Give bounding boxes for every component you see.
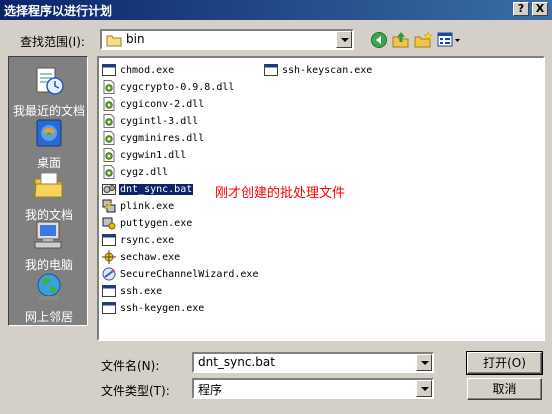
new-folder-icon[interactable] [414,31,432,49]
place-network[interactable]: 网上邻居 [9,269,89,324]
exe-window-icon [102,64,116,76]
sechaw-icon [102,250,116,264]
file-name: cygcrypto-0.9.8.dll [120,81,235,93]
file-item[interactable]: rsync.exe [102,232,175,248]
dll-gear-icon [103,131,115,145]
network-icon [37,273,61,300]
dll-gear-icon [103,114,115,128]
file-item[interactable]: cygintl-3.dll [102,113,199,129]
file-name: cygminires.dll [120,132,205,144]
my-documents-icon [34,172,63,198]
place-recent-docs[interactable]: 我最近的文档 [9,63,89,118]
file-name: rsync.exe [120,234,175,246]
places-bar: 我最近的文档 桌面 我的文档 我的电脑 网上邻居 [8,56,88,326]
filename-dropdown-arrow[interactable] [416,354,432,371]
exe-window-icon [102,302,116,314]
exe-window-icon [102,285,116,297]
lookin-value: bin [126,32,145,46]
place-label: 网上邻居 [24,310,73,324]
putty-icon [102,199,116,213]
file-item[interactable]: ssh-keyscan.exe [264,62,373,78]
file-item[interactable]: cygwin1.dll [102,147,187,163]
up-folder-icon[interactable] [392,31,410,49]
file-name: cygiconv-2.dll [120,98,205,110]
file-item[interactable]: sechaw.exe [102,249,181,265]
wizard-icon [102,267,116,281]
file-item[interactable]: chmod.exe [102,62,175,78]
help-button[interactable]: ? [513,2,529,16]
file-name: chmod.exe [120,64,175,76]
puttygen-icon [102,217,116,230]
file-item[interactable]: cygcrypto-0.9.8.dll [102,79,235,95]
lookin-combo[interactable]: bin [100,29,354,50]
window-title: 选择程序以进行计划 [4,4,113,18]
file-name: puttygen.exe [120,217,193,229]
dll-gear-icon [103,80,115,94]
file-name: cygintl-3.dll [120,115,199,127]
close-button[interactable]: X [532,2,548,16]
exe-window-icon [264,64,278,76]
view-menu-icon[interactable] [437,31,461,49]
file-item[interactable]: cygminires.dll [102,130,205,146]
file-name: SecureChannelWizard.exe [120,268,259,280]
file-name: ssh.exe [120,285,163,297]
batch-gear-icon [102,184,116,195]
dll-gear-icon [103,148,115,162]
file-name: cygwin1.dll [120,149,187,161]
dll-gear-icon [103,165,115,179]
file-item[interactable]: ssh-keygen.exe [102,300,205,316]
filetype-select[interactable]: 程序 [192,378,434,399]
filename-label: 文件名(N): [101,359,160,373]
file-item[interactable]: cygiconv-2.dll [102,96,205,112]
file-name: cygz.dll [120,166,169,178]
file-item[interactable]: ssh.exe [102,283,163,299]
file-name: ssh-keygen.exe [120,302,205,314]
dll-gear-icon [103,97,115,111]
filename-value: dnt_sync.bat [198,355,275,369]
title-bar: 选择程序以进行计划 ? X [0,0,552,20]
file-name: sechaw.exe [120,251,181,263]
recent-docs-icon [36,67,64,95]
open-button[interactable]: 打开(O) [466,351,543,375]
filename-input[interactable]: dnt_sync.bat [192,352,434,373]
file-item[interactable]: cygz.dll [102,164,169,180]
file-item[interactable]: plink.exe [102,198,175,214]
file-name: plink.exe [120,200,175,212]
filetype-dropdown-arrow[interactable] [416,380,432,397]
exe-window-icon [102,234,116,246]
annotation-text: 刚才创建的批处理文件 [215,186,346,201]
file-name: dnt_sync.bat [119,183,194,195]
lookin-label: 查找范围(I): [20,35,85,49]
lookin-dropdown-arrow[interactable] [336,31,352,48]
cancel-button[interactable]: 取消 [467,378,542,400]
file-item[interactable]: dnt_sync.bat [102,181,194,197]
desktop-icon [36,119,62,147]
back-icon[interactable] [370,31,388,49]
folder-icon [106,35,122,47]
filetype-value: 程序 [198,383,223,397]
file-item[interactable]: SecureChannelWizard.exe [102,266,259,282]
file-item[interactable]: puttygen.exe [102,215,193,231]
place-my-documents[interactable]: 我的文档 [9,167,89,222]
my-computer-icon [34,221,62,249]
file-name: ssh-keyscan.exe [282,64,373,76]
place-my-computer[interactable]: 我的电脑 [9,217,89,272]
filetype-label: 文件类型(T): [101,384,170,398]
place-desktop[interactable]: 桌面 [9,115,89,170]
